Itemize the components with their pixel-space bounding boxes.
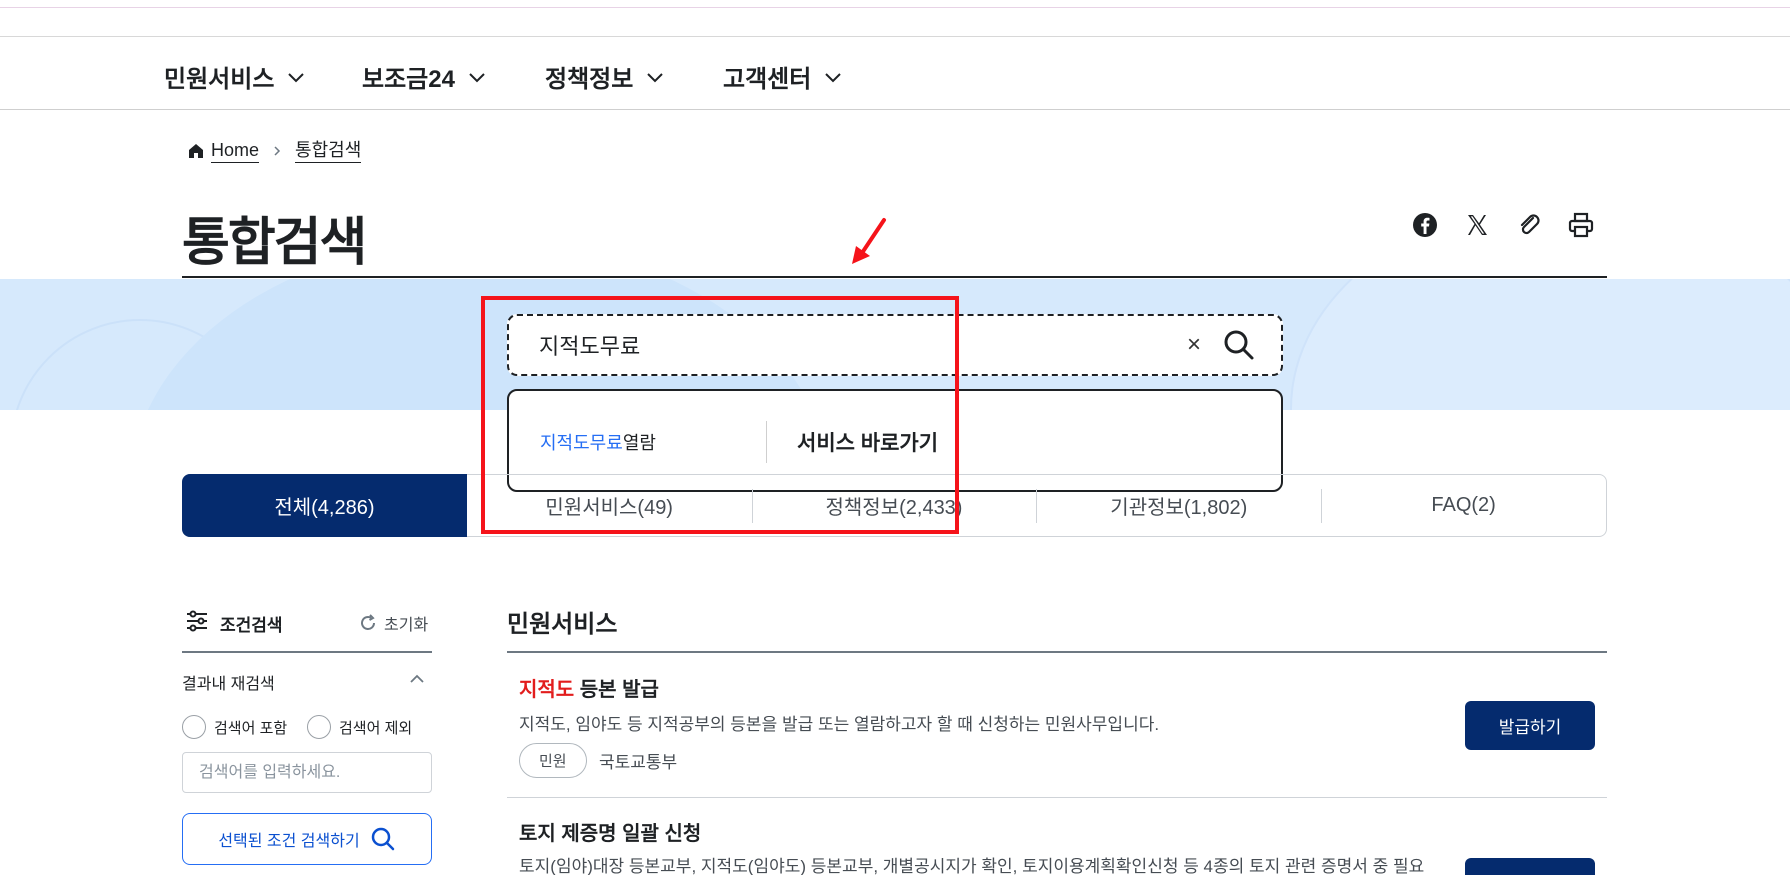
chevron-down-icon (825, 72, 842, 82)
paperclip-icon[interactable] (1514, 210, 1544, 240)
result-item-description: 토지(임야)대장 등본교부, 지적도(임야도) 등본교부, 개별공시지가 확인,… (519, 857, 1425, 875)
result-item-agency: 국토교통부 (599, 753, 678, 772)
gnb-label: 민원서비스 (164, 66, 275, 93)
facebook-icon[interactable] (1410, 210, 1440, 240)
share-bar (1410, 210, 1596, 240)
chevron-up-icon[interactable] (408, 670, 426, 688)
clear-search-button[interactable]: × (1181, 332, 1207, 358)
tab-faq[interactable]: FAQ(2) (1321, 475, 1606, 536)
include-keyword-radio[interactable]: 검색어 포함 (182, 715, 287, 739)
gnb-label: 보조금24 (362, 66, 455, 93)
print-icon[interactable] (1566, 210, 1596, 240)
chevron-down-icon (469, 72, 485, 82)
result-item-title[interactable]: 토지 제증명 일괄 신청 (519, 817, 701, 846)
radio-circle (307, 715, 331, 739)
condition-search-label: 선택된 조건 검색하기 (218, 833, 360, 850)
title-keyword-highlight: 지적도 (519, 679, 575, 701)
title-rest: 등본 발급 (574, 679, 659, 701)
red-highlight-box (481, 296, 959, 534)
refresh-icon (361, 614, 375, 630)
breadcrumb: Home 통합검색 (187, 140, 362, 163)
exclude-keyword-radio[interactable]: 검색어 제외 (307, 715, 412, 739)
title-divider (182, 276, 1607, 278)
radio-label: 검색어 포함 (214, 719, 288, 737)
chevron-down-icon (288, 72, 305, 82)
condition-search-title: 조건검색 (220, 616, 283, 635)
gnb-label: 고객센터 (723, 66, 812, 93)
gnb-item-subsidy24[interactable]: 보조금24 (362, 59, 489, 94)
refine-search-input[interactable] (182, 752, 432, 793)
gnb-item-civil-service[interactable]: 민원서비스 (164, 59, 308, 94)
result-item-description: 지적도, 임야도 등 지적공부의 등본을 발급 또는 열람하고자 할 때 신청하… (519, 715, 1160, 734)
filter-divider (182, 651, 432, 653)
result-section-title: 민원서비스 (507, 611, 618, 638)
gnb-label: 정책정보 (545, 66, 634, 93)
result-item-divider (507, 797, 1607, 798)
band-decoration (1290, 279, 1790, 410)
reset-button[interactable]: 초기화 (358, 611, 428, 635)
search-icon[interactable] (1222, 328, 1256, 362)
radio-label: 검색어 제외 (339, 719, 413, 737)
top-utility-strip (0, 0, 1790, 8)
chevron-right-icon (274, 146, 281, 156)
search-icon (371, 827, 394, 851)
radio-circle (182, 715, 206, 739)
breadcrumb-home-link[interactable]: Home (211, 140, 260, 163)
sliders-icon (187, 610, 207, 632)
tab-agency-info[interactable]: 기관정보(1,802) (1036, 475, 1321, 536)
result-item-title[interactable]: 지적도 등본 발급 (519, 673, 659, 702)
category-tag: 민원 (519, 743, 587, 778)
chevron-down-icon (647, 72, 664, 82)
result-divider (507, 651, 1607, 653)
refine-search-title: 결과내 재검색 (182, 676, 275, 693)
page-title: 통합검색 (182, 214, 367, 272)
condition-search-header: 조건검색 초기화 (182, 605, 432, 639)
reset-label: 초기화 (384, 617, 429, 634)
issue-button-partial[interactable] (1465, 858, 1595, 875)
condition-search-button[interactable]: 선택된 조건 검색하기 (182, 813, 432, 865)
gnb-item-policy-info[interactable]: 정책정보 (545, 59, 667, 94)
breadcrumb-current-link[interactable]: 통합검색 (295, 140, 362, 163)
red-arrow-annotation (852, 218, 886, 264)
tab-all[interactable]: 전체(4,286) (182, 474, 467, 537)
issue-button[interactable]: 발급하기 (1465, 701, 1595, 750)
gnb-item-customer-center[interactable]: 고객센터 (723, 59, 845, 94)
x-icon[interactable] (1462, 210, 1492, 240)
global-nav: 민원서비스 보조금24 정책정보 고객센터 (0, 36, 1790, 110)
home-icon (189, 144, 203, 159)
